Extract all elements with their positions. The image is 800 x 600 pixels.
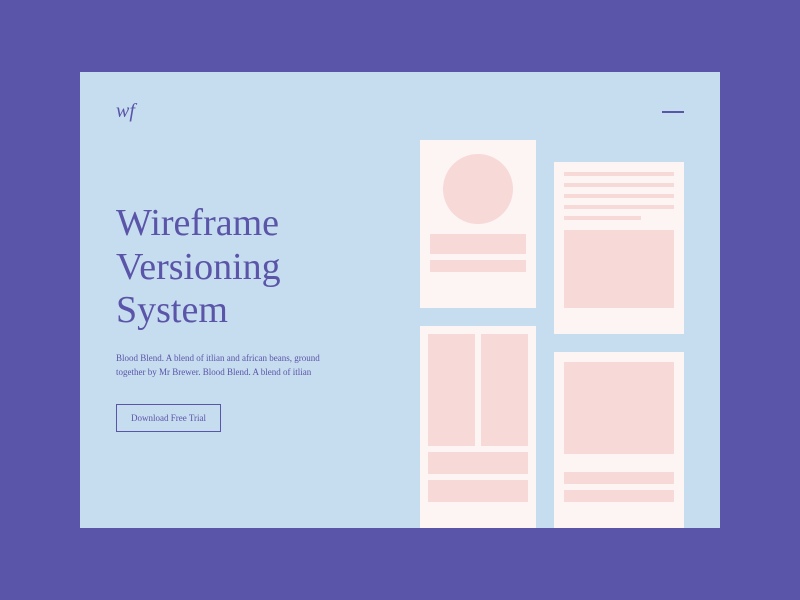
download-trial-button[interactable]: Download Free Trial — [116, 404, 221, 432]
placeholder-column — [481, 334, 528, 446]
placeholder-column — [428, 334, 475, 446]
placeholder-bar — [564, 490, 674, 502]
placeholder-line — [564, 183, 674, 187]
placeholder-bar — [430, 234, 526, 254]
mockup-panel-c — [420, 326, 536, 528]
wireframe-mockups — [420, 140, 720, 528]
hero-title: Wireframe Versioning System — [116, 202, 396, 333]
placeholder-columns — [428, 334, 528, 446]
placeholder-line — [564, 194, 674, 198]
hero-card: wf Wireframe Versioning System Blood Ble… — [80, 72, 720, 528]
logo[interactable]: wf — [116, 100, 135, 123]
hero-content: Wireframe Versioning System Blood Blend.… — [116, 202, 396, 432]
placeholder-circle — [443, 154, 513, 224]
placeholder-bar — [428, 452, 528, 474]
mockup-panel-d — [554, 352, 684, 528]
mockup-panel-a — [420, 140, 536, 308]
header: wf — [116, 100, 684, 123]
placeholder-line — [564, 205, 674, 209]
menu-icon[interactable] — [662, 111, 684, 113]
placeholder-line — [564, 172, 674, 176]
hero-description: Blood Blend. A blend of itlian and afric… — [116, 351, 336, 380]
placeholder-line — [564, 216, 641, 220]
placeholder-block — [564, 230, 674, 308]
placeholder-block — [564, 362, 674, 454]
placeholder-bar — [428, 480, 528, 502]
placeholder-bar — [430, 260, 526, 272]
placeholder-bar — [564, 472, 674, 484]
mockup-panel-b — [554, 162, 684, 334]
